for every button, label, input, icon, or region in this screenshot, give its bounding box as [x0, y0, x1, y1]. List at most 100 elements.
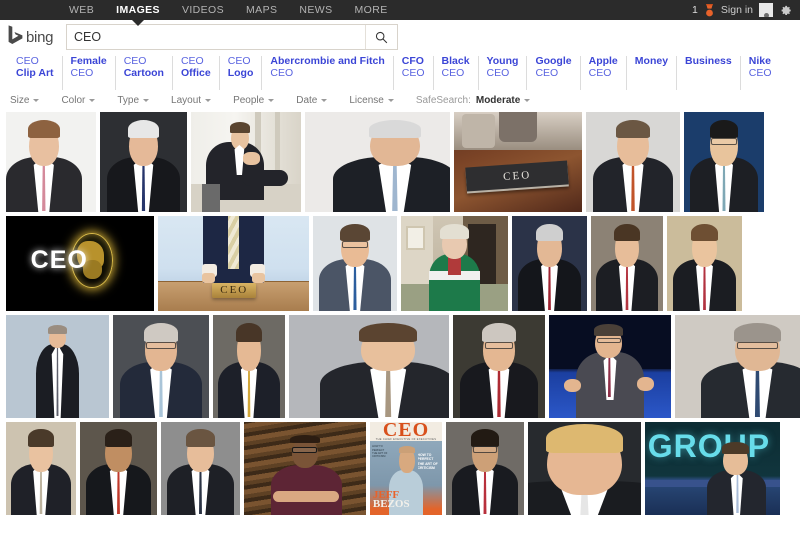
related-search-6[interactable]: CFO CEO [394, 55, 434, 90]
result-image-5[interactable]: CEO [454, 112, 582, 212]
photo-glasses [736, 341, 779, 350]
rewards-medal-icon[interactable] [704, 3, 715, 17]
result-thumbnail [528, 422, 641, 515]
related-search-12[interactable]: Business [677, 55, 741, 90]
filter-label: Date [296, 95, 318, 106]
result-image-23[interactable] [80, 422, 157, 515]
result-thumbnail: CEO THE CHIEF EXECUTIVE OF EXECUTIVES HO… [370, 422, 442, 515]
result-image-17[interactable] [213, 315, 285, 418]
related-search-line1: Black [441, 55, 470, 67]
related-search-10[interactable]: Apple CEO [581, 55, 627, 90]
result-image-7[interactable] [684, 112, 764, 212]
result-image-12[interactable] [512, 216, 587, 311]
related-search-4[interactable]: CEO Logo [220, 55, 263, 90]
related-search-2[interactable]: CEO Cartoon [116, 55, 173, 90]
filter-license[interactable]: License [349, 95, 406, 106]
result-image-8[interactable]: CEO [6, 216, 154, 311]
filter-layout[interactable]: Layout [171, 95, 224, 106]
result-image-29[interactable]: GROUP [645, 422, 780, 515]
related-search-11[interactable]: Money [627, 55, 678, 90]
stage-sign-text: GROUP [647, 427, 771, 464]
related-search-9[interactable]: Google CEO [527, 55, 581, 90]
related-search-1[interactable]: Female CEO [63, 55, 116, 90]
related-search-line1: Female [70, 55, 107, 67]
photo-hair [482, 323, 516, 343]
result-image-4[interactable] [305, 112, 450, 212]
result-image-15[interactable] [6, 315, 109, 418]
result-image-22[interactable] [6, 422, 76, 515]
result-thumbnail [161, 422, 240, 515]
related-search-line2: CEO [748, 66, 772, 79]
filter-bar: Size Color Type Layout People Date License Safe… [0, 90, 800, 112]
scope-tab-web[interactable]: WEB [58, 0, 105, 20]
related-search-line2: CEO [588, 66, 612, 79]
result-thumbnail [667, 216, 742, 311]
bing-logo[interactable]: bing [8, 25, 60, 49]
related-search-3[interactable]: CEO Office [173, 55, 220, 90]
result-image-13[interactable] [591, 216, 663, 311]
filter-label: Size [10, 95, 30, 106]
result-thumbnail [446, 422, 524, 515]
search-scope-tabs: WEB IMAGES VIDEOS MAPS NEWS MORE [58, 0, 399, 20]
gear-icon[interactable] [779, 4, 792, 17]
sign-in-link[interactable]: Sign in [721, 4, 753, 16]
result-thumbnail [6, 112, 96, 212]
scope-tab-more[interactable]: MORE [344, 0, 399, 20]
result-thumbnail [401, 216, 508, 311]
scope-tab-maps[interactable]: MAPS [235, 0, 288, 20]
scope-tab-videos[interactable]: VIDEOS [171, 0, 235, 20]
result-image-18[interactable] [289, 315, 449, 418]
result-thumbnail [100, 112, 187, 212]
filter-people[interactable]: People [233, 95, 287, 106]
result-image-27[interactable] [446, 422, 524, 515]
filter-size[interactable]: Size [10, 95, 52, 106]
related-search-line1: Young [486, 55, 519, 67]
result-image-16[interactable] [113, 315, 209, 418]
search-input[interactable] [67, 25, 365, 49]
account-avatar-icon[interactable] [759, 3, 773, 17]
related-search-line1: Money [634, 55, 669, 67]
photo-hair [28, 429, 54, 447]
photo-glasses [341, 240, 369, 248]
image-results-row [6, 315, 800, 418]
result-image-21[interactable] [675, 315, 800, 418]
scope-tab-images[interactable]: IMAGES [105, 0, 171, 20]
result-image-11[interactable] [401, 216, 508, 311]
scope-tab-news[interactable]: NEWS [288, 0, 343, 20]
photo-hair [104, 429, 133, 447]
result-thumbnail [244, 422, 366, 515]
result-image-3[interactable] [191, 112, 301, 212]
result-image-1[interactable] [6, 112, 96, 212]
filter-type[interactable]: Type [117, 95, 162, 106]
related-search-7[interactable]: Black CEO [434, 55, 479, 90]
related-search-8[interactable]: Young CEO [479, 55, 528, 90]
related-search-13[interactable]: Nike CEO [741, 55, 780, 90]
result-image-24[interactable] [161, 422, 240, 515]
related-search-0[interactable]: CEO Clip Art [8, 55, 63, 90]
filter-color[interactable]: Color [61, 95, 108, 106]
related-search-line2: CEO [486, 66, 510, 79]
result-image-2[interactable] [100, 112, 187, 212]
chevron-down-icon [321, 99, 328, 102]
result-image-26[interactable]: CEO THE CHIEF EXECUTIVE OF EXECUTIVES HO… [370, 422, 442, 515]
result-image-14[interactable] [667, 216, 742, 311]
related-search-5[interactable]: Abercrombie and Fitch CEO [262, 55, 394, 90]
result-thumbnail [313, 216, 397, 311]
result-image-19[interactable] [453, 315, 545, 418]
result-image-20[interactable] [549, 315, 671, 418]
result-thumbnail [684, 112, 764, 212]
result-image-25[interactable] [244, 422, 366, 515]
photo-hair [614, 223, 640, 242]
result-image-10[interactable] [313, 216, 397, 311]
result-image-6[interactable] [586, 112, 680, 212]
filter-label: Type [117, 95, 140, 106]
result-thumbnail [289, 315, 449, 418]
filter-date[interactable]: Date [296, 95, 340, 106]
result-image-9[interactable]: CEO [158, 216, 309, 311]
magazine-blurb: HOW TO PERFECT THE ART OF CRITICISM [417, 452, 438, 470]
result-image-28[interactable] [528, 422, 641, 515]
search-submit-button[interactable] [365, 25, 397, 49]
safesearch-dropdown[interactable]: Moderate [476, 95, 543, 106]
image-results-row: CEO [6, 112, 794, 212]
photo-hair [616, 120, 650, 139]
